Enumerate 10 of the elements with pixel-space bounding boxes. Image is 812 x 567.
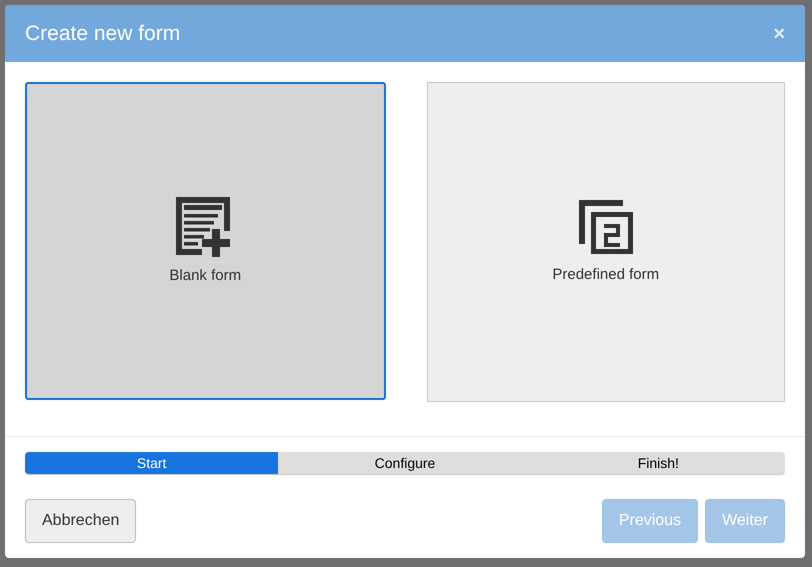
stacked-pages-icon bbox=[576, 198, 635, 256]
progress-step: Finish! bbox=[532, 452, 785, 474]
form-option-card[interactable]: Blank form bbox=[25, 82, 386, 400]
cancel-button[interactable]: Abbrechen bbox=[25, 499, 136, 543]
dialog-title: Create new form bbox=[25, 20, 180, 47]
option-label: Blank form bbox=[169, 266, 242, 286]
progress-step: Configure bbox=[278, 452, 532, 474]
progress-step: Start bbox=[25, 452, 278, 474]
form-option-card[interactable]: Predefined form bbox=[426, 82, 785, 402]
option-label: Predefined form bbox=[552, 264, 660, 285]
